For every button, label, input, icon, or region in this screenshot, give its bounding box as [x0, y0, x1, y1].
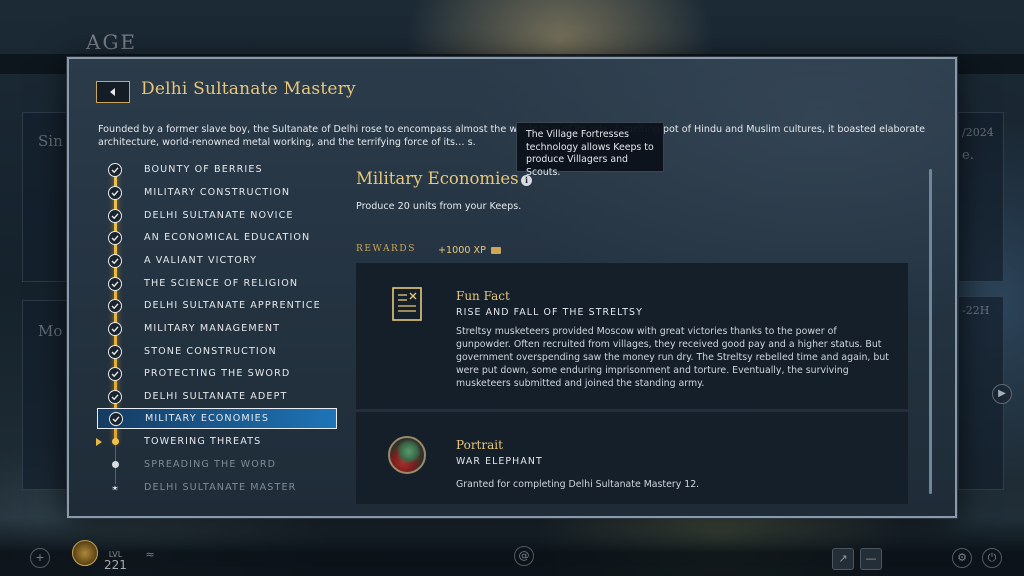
checkmark-icon [108, 321, 122, 336]
wifi-icon: ≈ [145, 548, 155, 561]
next-arrow-icon[interactable]: ▶ [992, 384, 1012, 404]
war-elephant-portrait-icon [388, 436, 426, 474]
reward-card-title: Fun Fact [456, 289, 510, 303]
shortcut-icon[interactable]: ↗ [832, 548, 854, 570]
checkmark-icon [108, 253, 122, 268]
scrollbar-thumb[interactable] [929, 169, 932, 494]
mastery-item-label: DELHI SULTANATE APPRENTICE [144, 300, 321, 311]
checkmark-icon [108, 298, 122, 313]
current-marker-icon [96, 437, 102, 446]
mastery-item[interactable]: AN ECONOMICAL EDUCATION [97, 227, 339, 248]
document-icon [392, 287, 422, 321]
progress-dot-icon [111, 438, 119, 445]
minimize-icon[interactable]: — [860, 548, 882, 570]
mastery-item[interactable]: PROTECTING THE SWORD [97, 363, 339, 384]
background-card-text: -22H [962, 304, 990, 317]
mastery-item-label: DELHI SULTANATE MASTER [144, 482, 297, 493]
mastery-item[interactable]: DELHI SULTANATE ADEPT [97, 386, 339, 407]
mastery-item-label: TOWERING THREATS [144, 436, 262, 447]
mastery-item-label: MILITARY MANAGEMENT [144, 323, 281, 334]
challenge-title: Military Economies [356, 169, 519, 188]
mastery-item[interactable]: DELHI SULTANATE APPRENTICE [97, 295, 339, 316]
mastery-item-locked[interactable]: SPREADING THE WORD [97, 454, 339, 475]
civilization-description: Founded by a former slave boy, the Sulta… [98, 124, 925, 148]
rewards-label: REWARDS [356, 244, 417, 254]
background-card-text: e. [962, 148, 974, 163]
mastery-item-label: MILITARY CONSTRUCTION [144, 187, 291, 198]
reward-card-subtitle: WAR ELEPHANT [456, 456, 543, 467]
mastery-item-label: STONE CONSTRUCTION [144, 346, 277, 357]
mastery-item-label: DELHI SULTANATE NOVICE [144, 210, 294, 221]
background-card-text: Mo [38, 322, 63, 340]
modal-title: Delhi Sultanate Mastery [141, 79, 356, 99]
mastery-item[interactable]: MILITARY MANAGEMENT [97, 318, 339, 339]
background-card-text: Sin [38, 132, 63, 150]
plus-icon[interactable]: + [30, 548, 50, 568]
xp-reward: +1000 XP [438, 245, 486, 256]
mastery-item-selected[interactable]: MILITARY ECONOMIES [97, 408, 337, 429]
player-emblem-icon[interactable] [72, 540, 98, 566]
mastery-item-label: DELHI SULTANATE ADEPT [144, 391, 288, 402]
background-card-text: /2024 [962, 126, 994, 139]
mastery-item[interactable]: A VALIANT VICTORY [97, 250, 339, 271]
reward-card-subtitle: RISE AND FALL OF THE STRELTSY [456, 307, 643, 318]
info-tooltip: The Village Fortresses technology allows… [516, 122, 664, 178]
star-laurel-icon [103, 476, 127, 500]
bottom-hud: + LVL 221 ≈ @ ↗ — ⚙ ⏻ [0, 518, 1024, 576]
checkmark-icon [108, 162, 122, 177]
reward-card-portrait: Portrait WAR ELEPHANT Granted for comple… [356, 412, 908, 504]
level-value: 221 [104, 558, 127, 572]
checkmark-icon [108, 366, 122, 381]
checkmark-icon [109, 411, 123, 426]
player-level: LVL 221 [104, 550, 127, 572]
mastery-item-label: PROTECTING THE SWORD [144, 368, 291, 379]
xp-badge-icon [491, 247, 501, 254]
checkmark-icon [108, 276, 122, 291]
mastery-item[interactable]: MILITARY CONSTRUCTION [97, 182, 339, 203]
detail-scrollbar[interactable] [929, 169, 932, 494]
mastery-item[interactable]: STONE CONSTRUCTION [97, 341, 339, 362]
mastery-item-label: AN ECONOMICAL EDUCATION [144, 232, 311, 243]
challenge-description: Produce 20 units from your Keeps. [356, 201, 522, 212]
reward-card-body: Granted for completing Delhi Sultanate M… [456, 479, 700, 490]
reward-card-title: Portrait [456, 438, 503, 452]
mastery-item-label: SPREADING THE WORD [144, 459, 277, 470]
mastery-item-label: A VALIANT VICTORY [144, 255, 258, 266]
checkmark-icon [108, 230, 122, 245]
settings-icon[interactable]: ⚙ [952, 548, 972, 568]
checkmark-icon [108, 185, 122, 200]
background-title: AGE [86, 30, 138, 54]
mastery-item[interactable]: THE SCIENCE OF RELIGION [97, 273, 339, 294]
chat-icon[interactable]: @ [514, 546, 534, 566]
mastery-item-label: BOUNTY OF BERRIES [144, 164, 263, 175]
mastery-item-label: MILITARY ECONOMIES [145, 413, 270, 424]
mastery-item-label: THE SCIENCE OF RELIGION [144, 278, 299, 289]
locked-dot-icon [111, 461, 119, 468]
reward-card-fun-fact: Fun Fact RISE AND FALL OF THE STRELTSY S… [356, 263, 908, 409]
power-icon[interactable]: ⏻ [982, 548, 1002, 568]
mastery-item-locked[interactable]: DELHI SULTANATE MASTER [97, 477, 339, 498]
checkmark-icon [108, 208, 122, 223]
back-arrow-icon [110, 88, 115, 96]
checkmark-icon [108, 344, 122, 359]
reward-card-body: Streltsy musketeers provided Moscow with… [456, 326, 889, 389]
mastery-modal: Delhi Sultanate Mastery Founded by a for… [67, 57, 957, 518]
mastery-item[interactable]: BOUNTY OF BERRIES [97, 159, 339, 180]
mastery-progression-list: BOUNTY OF BERRIES MILITARY CONSTRUCTION … [96, 159, 341, 499]
checkmark-icon [108, 389, 122, 404]
mastery-item[interactable]: DELHI SULTANATE NOVICE [97, 205, 339, 226]
back-button[interactable] [96, 81, 130, 103]
mastery-item-current[interactable]: TOWERING THREATS [96, 431, 339, 452]
